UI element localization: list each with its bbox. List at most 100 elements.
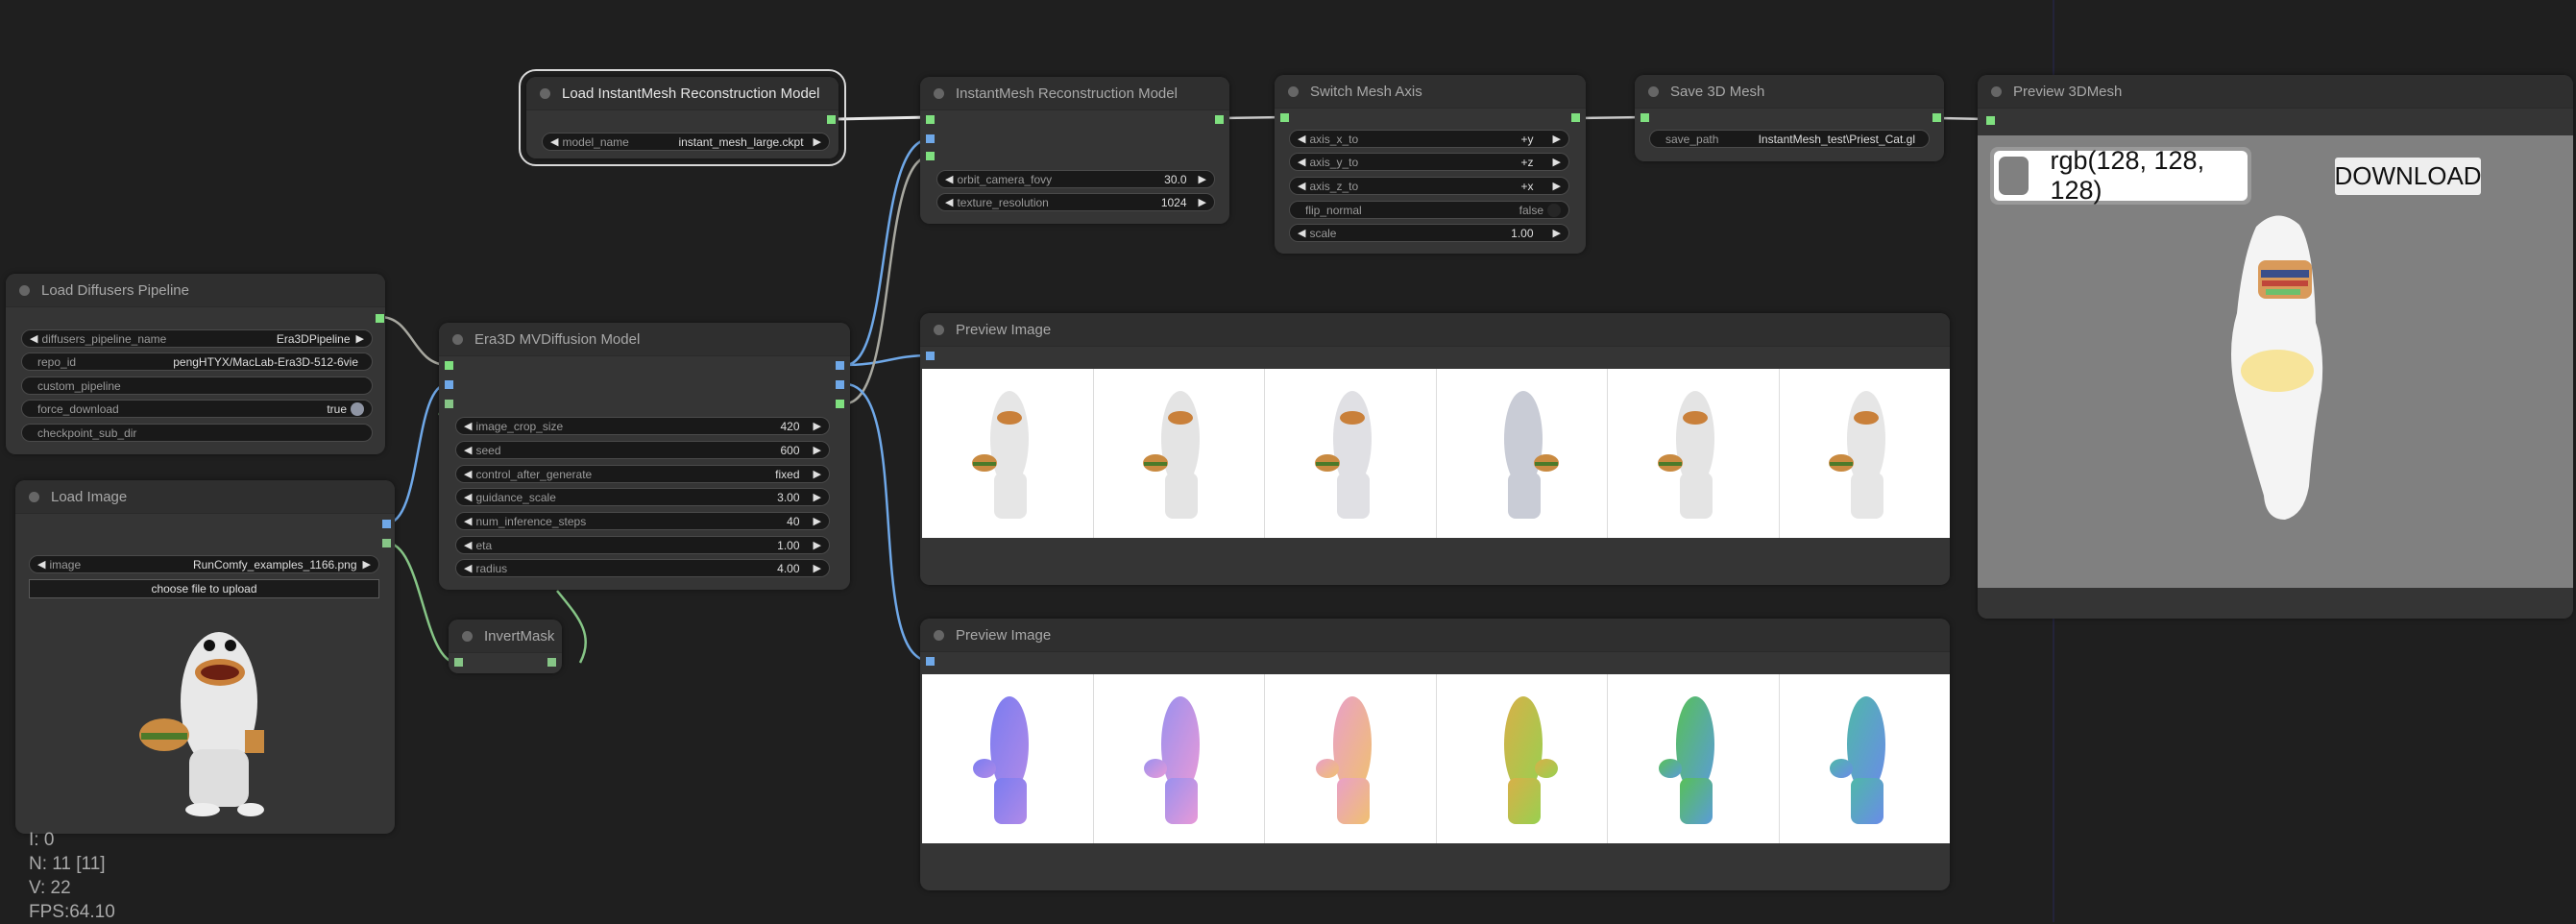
widget-scale[interactable]: ◀ scale 1.00 ▶ (1289, 224, 1569, 242)
output-slot-model[interactable] (827, 115, 836, 124)
widget-save-path[interactable]: save_path InstantMesh_test\Priest_Cat.gl (1649, 130, 1930, 148)
collapse-dot-icon[interactable] (19, 284, 30, 296)
node-header[interactable]: Load InstantMesh Reconstruction Model (526, 77, 838, 110)
node-preview-image-rgb[interactable]: Preview Image (920, 313, 1950, 585)
widget-repo-id[interactable]: repo_id pengHTYX/MacLab-Era3D-512-6vie (21, 353, 373, 371)
arrow-left-icon[interactable]: ◀ (464, 420, 472, 432)
collapse-dot-icon[interactable] (29, 491, 39, 502)
widget-image-crop-size[interactable]: ◀ image_crop_size 420 ▶ (455, 417, 830, 435)
preview-image-thumbnail[interactable] (1265, 674, 1437, 843)
collapse-dot-icon[interactable] (540, 87, 550, 99)
collapse-dot-icon[interactable] (1288, 85, 1299, 97)
preview-image-thumbnail[interactable] (1437, 369, 1608, 538)
input-slot-mask[interactable] (926, 152, 935, 160)
arrow-left-icon[interactable]: ◀ (1298, 156, 1305, 168)
collapse-dot-icon[interactable] (462, 630, 473, 642)
arrow-left-icon[interactable]: ◀ (1298, 133, 1305, 145)
node-load-image[interactable]: Load Image ◀ image RunComfy_examples_1166.… (15, 480, 395, 834)
output-slot-images[interactable] (836, 361, 844, 370)
widget-orbit-camera-fovy[interactable]: ◀ orbit_camera_fovy 30.0 ▶ (936, 170, 1215, 188)
node-load-instantmesh-model[interactable]: Load InstantMesh Reconstruction Model ◀ m… (519, 69, 846, 166)
output-slot-path[interactable] (1932, 113, 1941, 122)
input-slot-images[interactable] (926, 352, 935, 360)
output-slot-normals[interactable] (836, 380, 844, 389)
preview-image-thumbnail[interactable] (922, 369, 1094, 538)
arrow-right-icon[interactable]: ▶ (814, 468, 821, 480)
widget-force-download[interactable]: force_download true (21, 400, 373, 418)
node-preview-3dmesh[interactable]: Preview 3DMesh rgb(128, 128, 128) DOWNLO… (1978, 75, 2573, 619)
widget-axis-y-to[interactable]: ◀ axis_y_to +z ▶ (1289, 153, 1569, 171)
input-slot-mask[interactable] (454, 658, 463, 667)
node-header[interactable]: Load Diffusers Pipeline (6, 274, 385, 307)
preview-image-thumbnail[interactable] (922, 674, 1094, 843)
widget-flip-normal[interactable]: flip_normal false (1289, 201, 1569, 219)
output-slot-mask[interactable] (836, 400, 844, 408)
arrow-left-icon[interactable]: ◀ (464, 562, 472, 574)
arrow-right-icon[interactable]: ▶ (1553, 227, 1561, 239)
widget-num-inference-steps[interactable]: ◀ num_inference_steps 40 ▶ (455, 512, 830, 530)
input-slot-image[interactable] (445, 380, 453, 389)
preview-image-thumbnail[interactable] (1608, 369, 1780, 538)
arrow-right-icon[interactable]: ▶ (814, 444, 821, 456)
widget-texture-resolution[interactable]: ◀ texture_resolution 1024 ▶ (936, 193, 1215, 211)
collapse-dot-icon[interactable] (934, 324, 944, 335)
arrow-left-icon[interactable]: ◀ (945, 196, 953, 208)
widget-model-name[interactable]: ◀ model_name instant_mesh_large.ckpt ▶ (542, 133, 830, 151)
toggle-off-icon[interactable] (1547, 203, 1561, 217)
background-color-picker[interactable]: rgb(128, 128, 128) (1990, 146, 2251, 205)
color-swatch[interactable] (1999, 157, 2029, 195)
arrow-right-icon[interactable]: ▶ (1553, 133, 1561, 145)
widget-axis-x-to[interactable]: ◀ axis_x_to +y ▶ (1289, 130, 1569, 148)
node-header[interactable]: Save 3D Mesh (1635, 75, 1944, 109)
arrow-right-icon[interactable]: ▶ (1553, 156, 1561, 168)
input-slot-images[interactable] (926, 134, 935, 143)
node-load-diffusers-pipeline[interactable]: Load Diffusers Pipeline ◀ diffusers_pipel… (6, 274, 385, 454)
input-slot-mesh[interactable] (1280, 113, 1289, 122)
arrow-left-icon[interactable]: ◀ (945, 173, 953, 185)
node-header[interactable]: Preview Image (920, 619, 1950, 652)
arrow-left-icon[interactable]: ◀ (37, 558, 45, 571)
widget-guidance-scale[interactable]: ◀ guidance_scale 3.00 ▶ (455, 488, 830, 506)
preview-image-thumbnail[interactable] (1094, 369, 1265, 538)
node-header[interactable]: Preview 3DMesh (1978, 75, 2573, 109)
collapse-dot-icon[interactable] (1991, 85, 2002, 97)
choose-file-button[interactable]: choose file to upload (29, 579, 379, 598)
output-slot-mesh[interactable] (1571, 113, 1580, 122)
input-slot-mesh[interactable] (1986, 116, 1995, 125)
arrow-left-icon[interactable]: ◀ (1298, 180, 1305, 192)
arrow-left-icon[interactable]: ◀ (464, 515, 472, 527)
arrow-right-icon[interactable]: ▶ (814, 539, 821, 551)
mesh-viewport[interactable]: rgb(128, 128, 128) DOWNLOAD (1978, 135, 2573, 588)
arrow-right-icon[interactable]: ▶ (814, 562, 821, 574)
input-slot-mesh[interactable] (1640, 113, 1649, 122)
node-preview-image-normals[interactable]: Preview Image (920, 619, 1950, 890)
node-era3d-mvdiffusion-model[interactable]: Era3D MVDiffusion Model ◀ image_crop_size… (439, 323, 850, 590)
arrow-right-icon[interactable]: ▶ (356, 332, 364, 345)
node-header[interactable]: InstantMesh Reconstruction Model (920, 77, 1229, 110)
node-invert-mask[interactable]: InvertMask (449, 620, 562, 673)
output-slot-pipeline[interactable] (376, 314, 384, 323)
collapse-dot-icon[interactable] (934, 87, 944, 99)
widget-eta[interactable]: ◀ eta 1.00 ▶ (455, 536, 830, 554)
widget-checkpoint-sub-dir[interactable]: checkpoint_sub_dir (21, 424, 373, 442)
collapse-dot-icon[interactable] (1648, 85, 1659, 97)
node-header[interactable]: Era3D MVDiffusion Model (439, 323, 850, 356)
arrow-right-icon[interactable]: ▶ (363, 558, 371, 571)
widget-diffusers-pipeline-name[interactable]: ◀ diffusers_pipeline_name Era3DPipeline ▶ (21, 329, 373, 348)
arrow-left-icon[interactable]: ◀ (1298, 227, 1305, 239)
node-save-3d-mesh[interactable]: Save 3D Mesh save_path InstantMesh_test\P… (1635, 75, 1944, 161)
widget-custom-pipeline[interactable]: custom_pipeline (21, 377, 373, 395)
toggle-on-icon[interactable] (351, 401, 364, 416)
widget-image[interactable]: ◀ image RunComfy_examples_1166.png ▶ (29, 555, 379, 573)
preview-image-thumbnail[interactable] (1094, 674, 1265, 843)
node-instantmesh-reconstruction[interactable]: InstantMesh Reconstruction Model ◀ orbit_… (920, 77, 1229, 224)
node-header[interactable]: Preview Image (920, 313, 1950, 347)
input-slot-model[interactable] (926, 115, 935, 124)
output-slot-mask[interactable] (382, 539, 391, 547)
arrow-right-icon[interactable]: ▶ (814, 491, 821, 503)
arrow-right-icon[interactable]: ▶ (814, 515, 821, 527)
node-switch-mesh-axis[interactable]: Switch Mesh Axis ◀ axis_x_to +y ▶ ◀ axis_y_t… (1275, 75, 1586, 254)
collapse-dot-icon[interactable] (452, 333, 463, 345)
widget-axis-z-to[interactable]: ◀ axis_z_to +x ▶ (1289, 177, 1569, 195)
output-slot-mask[interactable] (547, 658, 556, 667)
